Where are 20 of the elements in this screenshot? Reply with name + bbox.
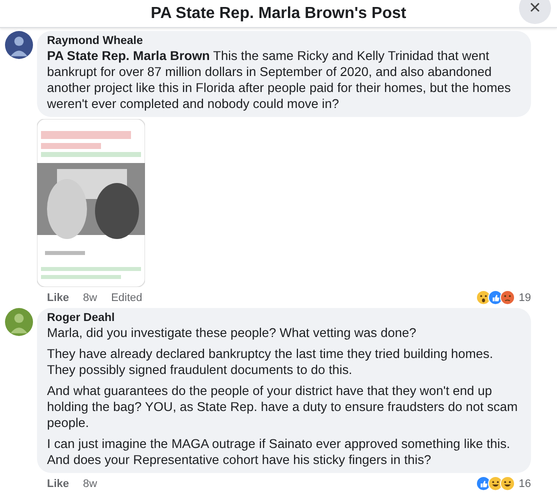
- reaction-count[interactable]: 16: [518, 478, 531, 490]
- comment-text: They have already declared bankruptcy the last time they tried building homes. They possibly signed fraudulent documents to do this.: [47, 346, 494, 378]
- timestamp: 8w: [83, 292, 98, 304]
- timestamp: 8w: [83, 478, 98, 490]
- comment-text: I can just imagine the MAGA outrage if Sainato ever approved something like this. And does your Representative cohort have his sticky fingers in this?: [47, 436, 512, 468]
- like-link[interactable]: Like: [47, 478, 70, 490]
- comment-text: And what guarantees do the people of your district have that they won't end up holding the bag? YOU, as State Rep. have a duty to ensure fraudsters do not scam people.: [47, 383, 519, 431]
- comment-text: Marla, did you investigate these people? What vetting was done?: [47, 325, 418, 341]
- reaction-count[interactable]: 19: [518, 292, 531, 304]
- haha-reaction-icon[interactable]: [500, 476, 515, 491]
- like-link[interactable]: Like: [47, 292, 70, 304]
- author-name[interactable]: Raymond Wheale: [47, 35, 521, 47]
- author-name[interactable]: Roger Deahl: [47, 312, 521, 324]
- angry-reaction-icon[interactable]: [500, 290, 515, 305]
- edited-label: Edited: [111, 292, 142, 304]
- avatar[interactable]: [5, 31, 33, 59]
- comment-text: PA State Rep. Marla Brown This the same Ricky and Kelly Trinidad that went bankrupt for over 87 million dollars in September of 2020, and also abandoned another project like this in Florida after people paid for their homes, but the homes weren't ever completed and nobody could move in?: [47, 48, 512, 112]
- avatar[interactable]: [5, 308, 33, 336]
- close-button[interactable]: ×: [519, 0, 551, 24]
- post-title: PA State Rep. Marla Brown's Post: [150, 4, 406, 22]
